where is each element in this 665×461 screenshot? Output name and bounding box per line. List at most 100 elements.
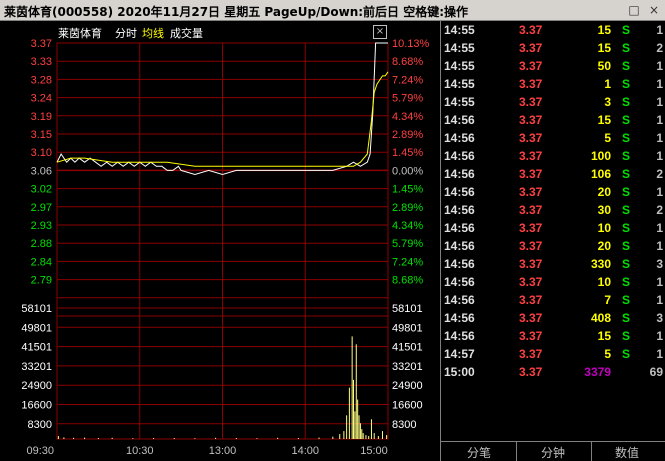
time-tick-label: 14:00 — [291, 445, 319, 457]
tab-bar: 分笔 分钟 数值 — [440, 441, 665, 461]
trade-side: S — [622, 41, 631, 55]
mode-label[interactable]: 分时 — [115, 27, 137, 40]
trade-price: 3.37 — [519, 149, 543, 163]
stock-name-label: 莱茵体育 — [58, 26, 102, 40]
trade-row[interactable]: 14:56 3.37 106 S 2 — [441, 165, 665, 183]
volume-tick-label-right: 16600 — [392, 400, 423, 412]
trade-row[interactable]: 14:55 3.37 15 S 2 — [441, 39, 665, 57]
intraday-chart-panel[interactable]: 3.37 3.33 3.28 3.24 3.19 3.15 3.10 3.06 3.02 2.97… — [0, 21, 440, 460]
price-tick-label: 3.10 — [31, 147, 52, 159]
trade-volume: 100 — [590, 149, 611, 163]
trade-row[interactable]: 14:57 3.37 5 S 1 — [441, 345, 665, 363]
price-tick-label: 3.15 — [31, 129, 52, 141]
trade-row[interactable]: 14:56 3.37 7 S 1 — [441, 291, 665, 309]
percent-tick-label: 4.34% — [392, 111, 423, 123]
trade-time: 14:56 — [444, 203, 475, 217]
trade-count: 1 — [656, 347, 663, 361]
percent-tick-label: 7.24% — [392, 256, 423, 268]
trade-volume: 3 — [604, 95, 611, 109]
trade-count: 1 — [656, 185, 663, 199]
trade-row[interactable]: 15:00 3.37 3379 69 — [441, 363, 665, 381]
volume-tick-label: 58101 — [21, 303, 52, 315]
volume-tick-label-right: 33201 — [392, 361, 423, 373]
trade-time: 14:56 — [444, 131, 475, 145]
percent-tick-label: 8.68% — [392, 275, 423, 287]
tab-minutes[interactable]: 分钟 — [541, 444, 565, 461]
tab-ticks[interactable]: 分笔 — [467, 444, 491, 461]
trade-row[interactable]: 14:55 3.37 50 S 1 — [441, 57, 665, 75]
trade-volume: 408 — [590, 311, 611, 325]
trade-count: 2 — [656, 203, 663, 217]
trade-volume: 1 — [604, 77, 611, 91]
trade-row[interactable]: 14:56 3.37 15 S 1 — [441, 327, 665, 345]
trade-side: S — [622, 167, 631, 181]
trade-price: 3.37 — [519, 311, 543, 325]
maximize-button[interactable]: □ — [627, 3, 641, 17]
trade-price: 3.37 — [519, 239, 543, 253]
trade-side: S — [622, 257, 631, 271]
trade-row[interactable]: 14:55 3.37 1 S 1 — [441, 75, 665, 93]
window-title: 莱茵体育(000558) 2020年11月27日 星期五 PageUp/Down… — [4, 5, 469, 19]
trade-detail-list[interactable]: 14:55 3.37 15 S 1 14:55 3.37 15 S 2 14:55 3.37 50 S 1 1… — [440, 21, 665, 441]
trade-row[interactable]: 14:56 3.37 10 S 1 — [441, 219, 665, 237]
trade-time: 14:56 — [444, 275, 475, 289]
trade-side: S — [622, 311, 631, 325]
percent-tick-label: 8.68% — [392, 56, 423, 68]
trade-count: 3 — [656, 311, 663, 325]
trade-side: S — [622, 347, 631, 361]
trade-time: 14:56 — [444, 311, 475, 325]
trade-count: 3 — [656, 257, 663, 271]
trade-row[interactable]: 14:56 3.37 30 S 2 — [441, 201, 665, 219]
trade-row[interactable]: 14:56 3.37 20 S 1 — [441, 183, 665, 201]
trade-row[interactable]: 14:56 3.37 15 S 1 — [441, 111, 665, 129]
tab-values[interactable]: 数值 — [615, 444, 639, 461]
trade-count: 1 — [656, 293, 663, 307]
intraday-chart[interactable]: 3.37 3.33 3.28 3.24 3.19 3.15 3.10 3.06 3.02 2.97… — [0, 21, 440, 460]
close-button[interactable]: × — [647, 3, 661, 17]
trade-volume: 15 — [597, 23, 611, 37]
trade-count: 1 — [656, 131, 663, 145]
trade-side: S — [622, 293, 631, 307]
trade-price: 3.37 — [519, 167, 543, 181]
trade-row[interactable]: 14:56 3.37 330 S 3 — [441, 255, 665, 273]
chart-close-icon[interactable]: × — [373, 25, 387, 39]
trade-price: 3.37 — [519, 23, 543, 37]
time-tick-label: 10:30 — [126, 445, 154, 457]
trade-price: 3.37 — [519, 257, 543, 271]
trade-count: 1 — [656, 95, 663, 109]
percent-tick-label: 7.24% — [392, 74, 423, 86]
trade-price: 3.37 — [519, 203, 543, 217]
trade-volume: 10 — [597, 221, 611, 235]
price-tick-label: 3.28 — [31, 74, 52, 86]
trade-volume: 7 — [604, 293, 611, 307]
trade-price: 3.37 — [519, 113, 543, 127]
trade-count: 1 — [656, 77, 663, 91]
trade-row[interactable]: 14:56 3.37 10 S 1 — [441, 273, 665, 291]
percent-tick-label: 2.89% — [392, 202, 423, 214]
volume-tick-label: 24900 — [21, 380, 52, 392]
trade-price: 3.37 — [519, 365, 543, 379]
trade-time: 14:56 — [444, 239, 475, 253]
trade-side: S — [622, 113, 631, 127]
trade-count: 1 — [656, 275, 663, 289]
trade-time: 14:55 — [444, 23, 475, 37]
price-tick-label: 3.33 — [31, 56, 52, 68]
volume-tick-label: 8300 — [28, 419, 52, 431]
trade-row[interactable]: 14:56 3.37 5 S 1 — [441, 129, 665, 147]
percent-tick-label: 5.79% — [392, 93, 423, 105]
trade-row[interactable]: 14:56 3.37 408 S 3 — [441, 309, 665, 327]
trade-row[interactable]: 14:55 3.37 3 S 1 — [441, 93, 665, 111]
trade-price: 3.37 — [519, 275, 543, 289]
price-tick-label: 2.93 — [31, 220, 52, 232]
percent-tick-label: 10.13% — [392, 38, 430, 50]
volume-legend[interactable]: 成交量 — [170, 26, 203, 40]
trade-count: 2 — [656, 167, 663, 181]
trade-row[interactable]: 14:55 3.37 15 S 1 — [441, 21, 665, 39]
trade-row[interactable]: 14:56 3.37 100 S 1 — [441, 147, 665, 165]
avg-line-legend[interactable]: 均线 — [142, 26, 164, 40]
trade-side: S — [622, 239, 631, 253]
price-tick-label: 2.84 — [31, 256, 52, 268]
trade-price: 3.37 — [519, 41, 543, 55]
trade-count: 1 — [656, 221, 663, 235]
trade-row[interactable]: 14:56 3.37 20 S 1 — [441, 237, 665, 255]
